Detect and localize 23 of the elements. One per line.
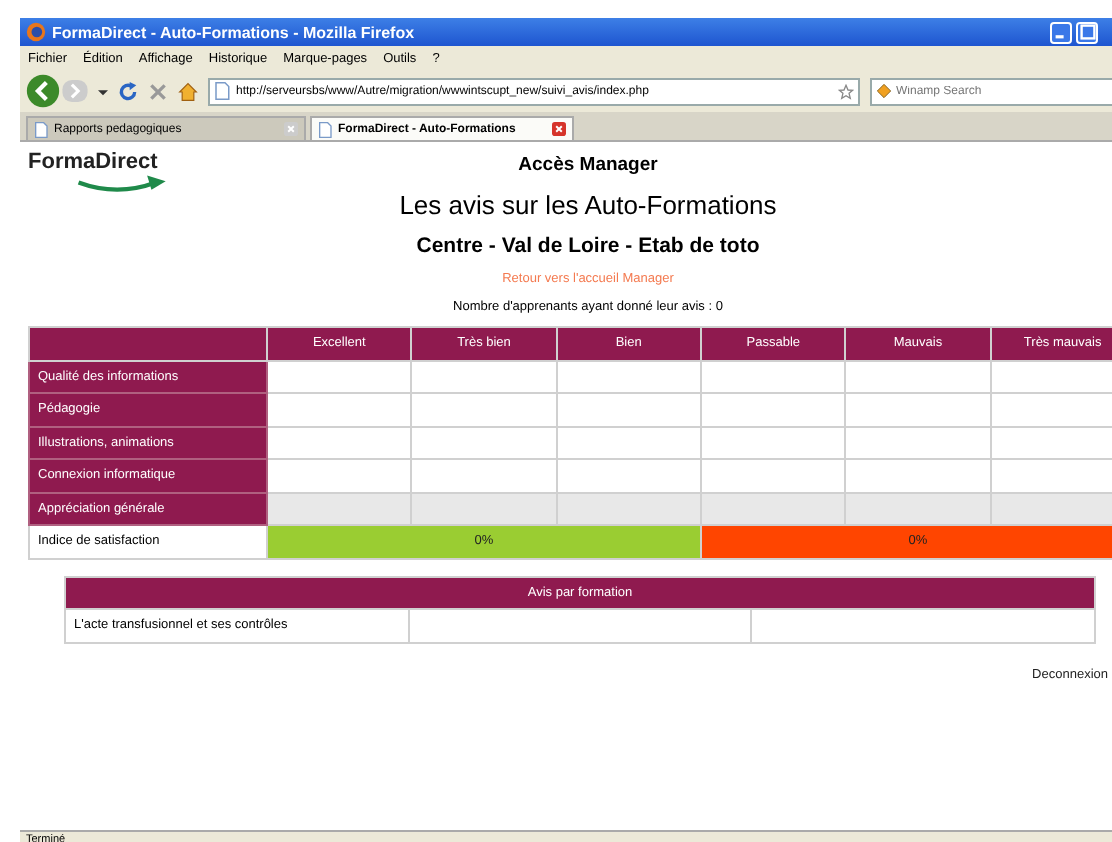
table-cell: [990, 492, 1112, 525]
table-cell: [990, 459, 1112, 492]
search-engine-icon: [876, 82, 892, 100]
window-title: FormaDirect - Auto-Formations - Mozilla Firefox: [52, 23, 417, 41]
logo: FormaDirect: [28, 150, 184, 194]
page-title: Les avis sur les Auto-Formations: [399, 190, 777, 220]
table-cell: [990, 393, 1112, 426]
page-icon: [214, 82, 230, 100]
table-cell: [990, 360, 1112, 393]
page-heading: Accès Manager: [518, 154, 658, 176]
maximize-button[interactable]: [1076, 21, 1098, 43]
minimize-button[interactable]: [1050, 21, 1072, 43]
page-subtitle: Centre - Val de Loire - Etab de toto: [416, 234, 760, 258]
close-icon[interactable]: [552, 122, 566, 136]
stop-icon[interactable]: [148, 81, 168, 101]
reload-icon[interactable]: [118, 81, 138, 101]
maximize-icon: [1079, 24, 1095, 40]
page-icon: [34, 121, 48, 137]
home-icon[interactable]: [178, 81, 198, 101]
table-cell: [990, 426, 1112, 459]
globe-icon: [26, 22, 46, 42]
star-icon[interactable]: [838, 83, 854, 99]
page-icon: [318, 121, 332, 137]
